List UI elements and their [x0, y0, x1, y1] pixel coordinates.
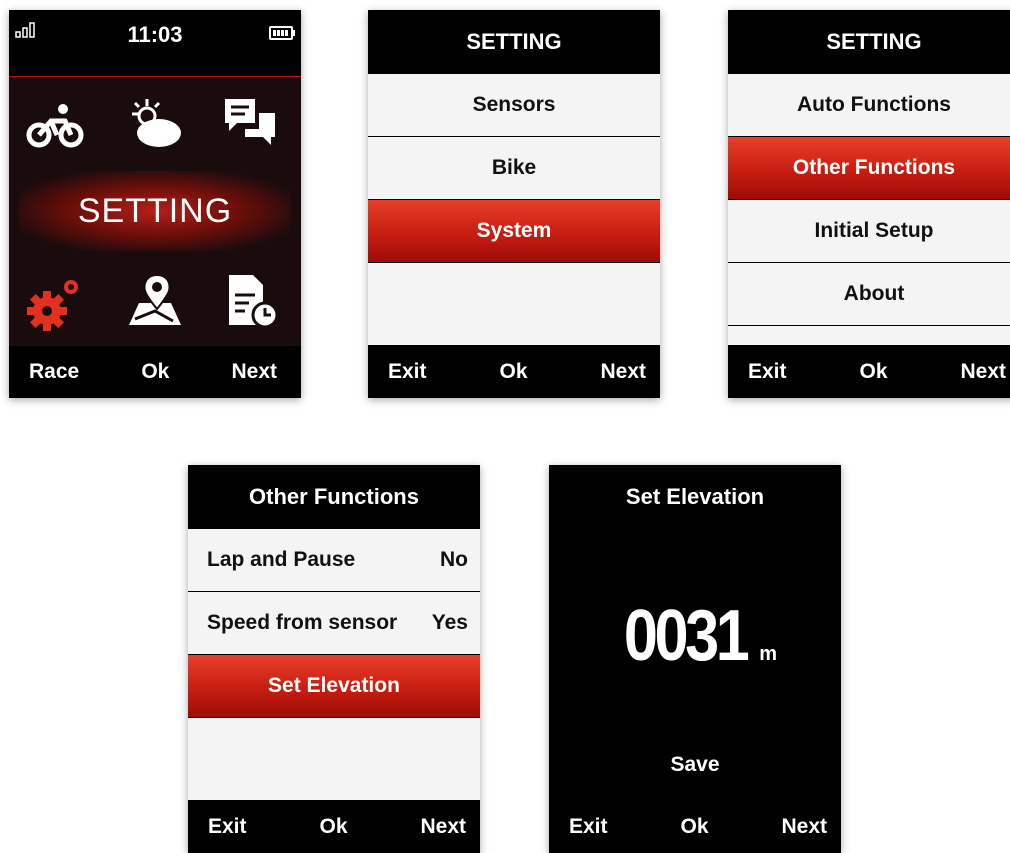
- menu-item-about[interactable]: About: [728, 263, 1010, 326]
- next-button[interactable]: Next: [420, 815, 466, 839]
- document-clock-icon[interactable]: [221, 271, 281, 331]
- set-elevation-screen: Set Elevation 0031 m Save Exit Ok Next: [549, 465, 841, 853]
- elevation-value[interactable]: 0031: [624, 595, 750, 677]
- elevation-display: 0031 m: [549, 595, 841, 677]
- ok-button[interactable]: Ok: [859, 360, 887, 384]
- next-button[interactable]: Next: [600, 360, 646, 384]
- lap-and-pause-row[interactable]: Lap and Pause No: [188, 529, 480, 592]
- status-bar: 11:03: [9, 10, 301, 64]
- exit-button[interactable]: Exit: [748, 360, 787, 384]
- save-button[interactable]: Save: [549, 753, 841, 777]
- exit-button[interactable]: Exit: [208, 815, 247, 839]
- screen-title: Set Elevation: [549, 465, 841, 529]
- settings-menu: Sensors Bike System: [368, 74, 660, 345]
- menu-item-bike[interactable]: Bike: [368, 137, 660, 200]
- footer-bar: Exit Ok Next: [188, 801, 480, 853]
- elevation-unit: m: [759, 643, 777, 665]
- footer-bar: Race Ok Next: [9, 346, 301, 398]
- row-value: No: [440, 548, 468, 571]
- screen-title: SETTING: [728, 10, 1010, 74]
- screen-title: Other Functions: [188, 465, 480, 529]
- footer-bar: Exit Ok Next: [368, 346, 660, 398]
- menu-item-system[interactable]: System: [368, 200, 660, 263]
- next-button[interactable]: Next: [960, 360, 1006, 384]
- menu-item-auto-functions[interactable]: Auto Functions: [728, 74, 1010, 137]
- menu-item-set-elevation[interactable]: Set Elevation: [188, 655, 480, 718]
- battery-icon: [269, 26, 295, 40]
- menu-item-sensors[interactable]: Sensors: [368, 74, 660, 137]
- footer-bar: Exit Ok Next: [728, 346, 1010, 398]
- menu-item-empty: [188, 718, 480, 781]
- menu-item-initial-setup[interactable]: Initial Setup: [728, 200, 1010, 263]
- other-functions-screen: Other Functions Lap and Pause No Speed f…: [188, 465, 480, 853]
- clock: 11:03: [127, 22, 183, 47]
- speed-from-sensor-row[interactable]: Speed from sensor Yes: [188, 592, 480, 655]
- exit-button[interactable]: Exit: [388, 360, 427, 384]
- system-menu: Auto Functions Other Functions Initial S…: [728, 74, 1010, 345]
- ok-button[interactable]: Ok: [141, 360, 169, 384]
- row-value: Yes: [431, 611, 468, 634]
- ok-button[interactable]: Ok: [499, 360, 527, 384]
- weather-icon[interactable]: [125, 95, 185, 155]
- bike-icon[interactable]: [25, 95, 85, 155]
- footer-bar: Exit Ok Next: [549, 801, 841, 853]
- screen-title: SETTING: [368, 10, 660, 74]
- row-label: Speed from sensor: [207, 611, 398, 634]
- settings-gears-icon[interactable]: [25, 273, 85, 333]
- exit-button[interactable]: Exit: [569, 815, 608, 839]
- next-button[interactable]: Next: [781, 815, 827, 839]
- race-button[interactable]: Race: [29, 360, 79, 384]
- next-button[interactable]: Next: [231, 360, 277, 384]
- setting-screen-1: SETTING Sensors Bike System Exit Ok Next: [368, 10, 660, 398]
- setting-screen-2: SETTING Auto Functions Other Functions I…: [728, 10, 1010, 398]
- home-screen: 11:03 SETTING Race Ok Next: [9, 10, 301, 398]
- ok-button[interactable]: Ok: [319, 815, 347, 839]
- row-label: Lap and Pause: [207, 548, 356, 571]
- ok-button[interactable]: Ok: [680, 815, 708, 839]
- menu-item-empty: [368, 263, 660, 326]
- map-pin-icon[interactable]: [125, 271, 185, 331]
- menu-item-other-functions[interactable]: Other Functions: [728, 137, 1010, 200]
- home-menu-panel: SETTING: [9, 76, 301, 348]
- setting-banner[interactable]: SETTING: [19, 171, 291, 251]
- messages-icon[interactable]: [219, 93, 279, 153]
- other-functions-menu: Lap and Pause No Speed from sensor Yes S…: [188, 529, 480, 800]
